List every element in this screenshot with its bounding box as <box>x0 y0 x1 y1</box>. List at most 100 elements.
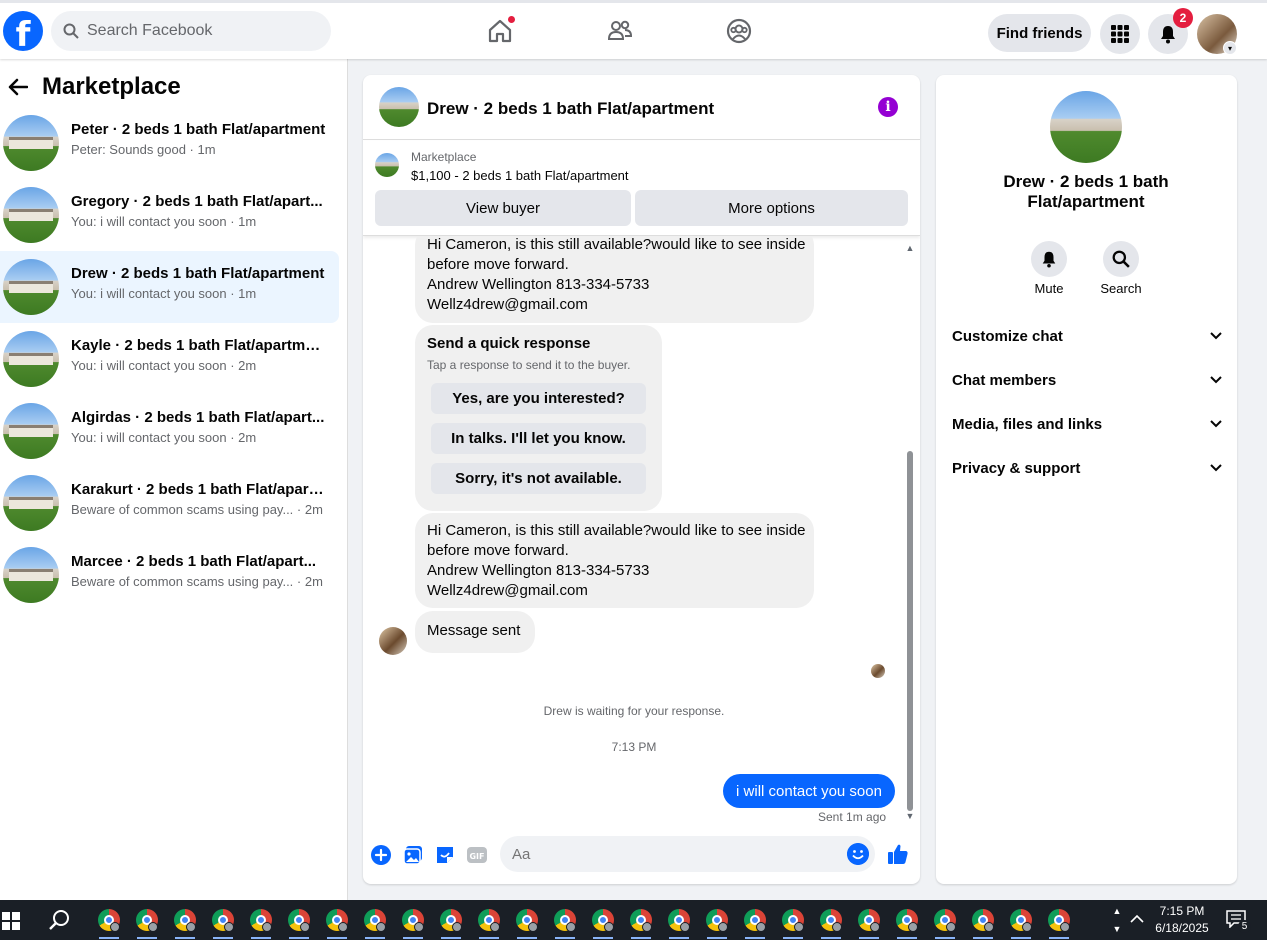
chrome-icon[interactable] <box>546 900 584 940</box>
conversation-preview: Beware of common scams using pay... · 2m <box>71 574 323 589</box>
chrome-icon[interactable] <box>280 900 318 940</box>
scroll-down-icon[interactable]: ▼ <box>904 811 916 821</box>
chrome-icon[interactable] <box>850 900 888 940</box>
friends-tab[interactable] <box>606 17 634 45</box>
facebook-logo[interactable]: f <box>3 11 43 51</box>
chrome-icon[interactable] <box>812 900 850 940</box>
chrome-icon[interactable] <box>166 900 204 940</box>
chrome-icon[interactable] <box>508 900 546 940</box>
chrome-icon[interactable] <box>660 900 698 940</box>
customize-chat-row[interactable]: Customize chat <box>952 314 1222 358</box>
photo-icon[interactable] <box>402 844 424 866</box>
windows-taskbar: ▲ ▼ 7:15 PM 6/18/2025 5 <box>0 900 1267 940</box>
chrome-icon[interactable] <box>470 900 508 940</box>
message-line: Andrew Wellington 813-334-5733 <box>427 276 650 293</box>
chrome-icon[interactable] <box>888 900 926 940</box>
conversation-item-marcee[interactable]: Marcee · 2 beds 1 bath Flat/apart... Bew… <box>0 539 339 611</box>
mute-button[interactable] <box>1031 241 1067 277</box>
chrome-icon[interactable] <box>356 900 394 940</box>
conversation-item-karakurt[interactable]: Karakurt · 2 beds 1 bath Flat/apart... B… <box>0 467 339 539</box>
chrome-icon[interactable] <box>128 900 166 940</box>
chrome-icon[interactable] <box>318 900 356 940</box>
conversation-item-algirdas[interactable]: Algirdas · 2 beds 1 bath Flat/apart... Y… <box>0 395 339 467</box>
chrome-icon[interactable] <box>774 900 812 940</box>
section-label: Privacy & support <box>952 459 1081 477</box>
taskbar-search-icon[interactable] <box>48 909 70 931</box>
sent-status: Sent 1m ago <box>818 810 887 824</box>
taskbar-scroll-arrows[interactable]: ▲ ▼ <box>1110 902 1124 938</box>
sidebar-title: Marketplace <box>42 73 181 100</box>
chrome-icon[interactable] <box>204 900 242 940</box>
chrome-icon[interactable] <box>90 900 128 940</box>
quick-response-card: Send a quick response Tap a response to … <box>415 325 662 511</box>
message-input[interactable] <box>500 836 875 872</box>
chrome-icon[interactable] <box>394 900 432 940</box>
search-label: Search <box>1100 281 1142 296</box>
search-button[interactable] <box>1103 241 1139 277</box>
message-line: Hi Cameron, is this still available?woul… <box>427 522 806 539</box>
windows-start-icon[interactable] <box>2 912 20 930</box>
menu-button[interactable] <box>1100 14 1140 54</box>
conversation-item-kayle[interactable]: Kayle · 2 beds 1 bath Flat/apartment You… <box>0 323 339 395</box>
message-line: Andrew Wellington 813-334-5733 <box>427 562 650 579</box>
chrome-icon[interactable] <box>432 900 470 940</box>
chevron-down-icon <box>1210 376 1222 384</box>
more-options-button[interactable]: More options <box>635 190 908 226</box>
plus-circle-icon[interactable] <box>370 844 392 866</box>
sticker-icon[interactable] <box>434 844 456 866</box>
chrome-icon[interactable] <box>1040 900 1078 940</box>
media-files-links-row[interactable]: Media, files and links <box>952 402 1222 446</box>
info-title: Drew · 2 beds 1 bath Flat/apartment <box>1003 172 1169 211</box>
chrome-icon[interactable] <box>698 900 736 940</box>
chrome-icon[interactable] <box>1002 900 1040 940</box>
groups-tab[interactable] <box>725 17 753 45</box>
chat-members-row[interactable]: Chat members <box>952 358 1222 402</box>
chevron-down-icon[interactable]: ▾ <box>1223 41 1237 55</box>
listing-title[interactable]: $1,100 - 2 beds 1 bath Flat/apartment <box>411 168 629 183</box>
chrome-icon[interactable] <box>736 900 774 940</box>
listing-thumbnail <box>3 475 59 531</box>
search-action[interactable]: Search <box>1091 241 1151 296</box>
listing-thumbnail[interactable] <box>375 153 399 177</box>
like-icon[interactable] <box>886 842 910 866</box>
chat-avatar[interactable] <box>379 87 419 127</box>
chrome-icon[interactable] <box>584 900 622 940</box>
chrome-icon[interactable] <box>926 900 964 940</box>
search-placeholder: Search Facebook <box>87 22 213 39</box>
mute-action[interactable]: Mute <box>1019 241 1079 296</box>
scroll-up-icon[interactable]: ▲ <box>904 243 916 253</box>
chrome-icon[interactable] <box>622 900 660 940</box>
chrome-icon[interactable] <box>964 900 1002 940</box>
view-buyer-button[interactable]: View buyer <box>375 190 631 226</box>
message-line: Wellz4drew@gmail.com <box>427 582 588 599</box>
page-scrollbar[interactable] <box>1255 59 1267 900</box>
scrollbar-thumb[interactable] <box>907 451 913 811</box>
quick-response-yes[interactable]: Yes, are you interested? <box>431 383 646 414</box>
chrome-icon[interactable] <box>242 900 280 940</box>
gif-icon[interactable]: GIF <box>466 844 488 866</box>
sidebar-header: Marketplace <box>8 73 181 101</box>
info-icon[interactable]: i <box>878 97 898 117</box>
search-bar[interactable]: Search Facebook <box>51 11 331 51</box>
conversation-item-gregory[interactable]: Gregory · 2 beds 1 bath Flat/apart... Yo… <box>0 179 339 251</box>
notification-badge: 2 <box>1173 8 1193 28</box>
conversation-item-drew[interactable]: Drew · 2 beds 1 bath Flat/apartment You:… <box>0 251 339 323</box>
listing-photo[interactable] <box>1050 91 1122 163</box>
system-clock[interactable]: 7:15 PM 6/18/2025 <box>1150 903 1214 937</box>
emoji-icon[interactable] <box>847 843 869 865</box>
action-center-button[interactable]: 5 <box>1226 910 1251 933</box>
find-friends-button[interactable]: Find friends <box>988 14 1091 52</box>
conversation-preview: You: i will contact you soon · 1m <box>71 286 257 301</box>
message-sent-bubble: Message sent <box>415 611 535 653</box>
message-scrollbar[interactable]: ▲ ▼ <box>904 243 916 821</box>
chevron-up-icon[interactable] <box>1130 914 1144 924</box>
chevron-down-icon <box>1210 464 1222 472</box>
sender-avatar[interactable] <box>379 627 407 655</box>
quick-response-not-available[interactable]: Sorry, it's not available. <box>431 463 646 494</box>
chat-title[interactable]: Drew · 2 beds 1 bath Flat/apartment <box>427 99 714 119</box>
quick-response-in-talks[interactable]: In talks. I'll let you know. <box>431 423 646 454</box>
conversation-item-peter[interactable]: Peter · 2 beds 1 bath Flat/apartment Pet… <box>0 107 339 179</box>
privacy-support-row[interactable]: Privacy & support <box>952 446 1222 490</box>
back-arrow-icon[interactable] <box>8 78 28 96</box>
home-tab[interactable] <box>486 15 516 45</box>
